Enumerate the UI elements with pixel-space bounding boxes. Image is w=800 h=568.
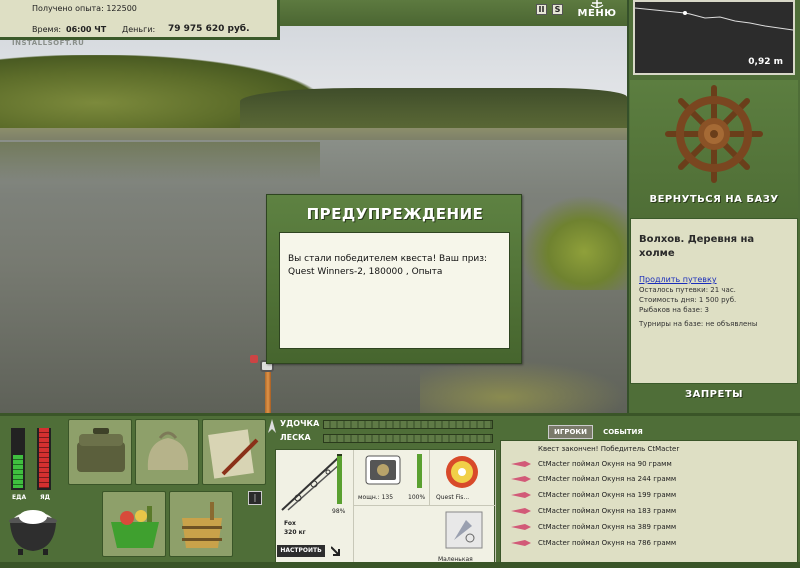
tab-players[interactable]: ИГРОКИ	[548, 425, 593, 439]
basket-icon	[111, 506, 159, 548]
lure-icon	[511, 492, 531, 498]
catch-text: CtMacter поймал Окуня на 389 грамм	[538, 523, 677, 531]
chat-tabs: ИГРОКИ СОБЫТИЯ	[548, 419, 648, 439]
catch-text: CtMacter поймал Окуня на 786 грамм	[538, 539, 677, 547]
lure-icon	[511, 540, 531, 546]
notebook-slot[interactable]	[202, 419, 266, 485]
arrow-down-right-icon[interactable]	[331, 545, 343, 557]
line-cell[interactable]: Quest Fis...	[430, 450, 496, 506]
tackle-box-icon	[77, 428, 125, 472]
setup-button[interactable]: НАСТРОИТЬ	[277, 545, 325, 557]
catch-text: CtMacter поймал Окуня на 183 грамм	[538, 507, 677, 515]
reel-power: мощн.: 135	[358, 494, 394, 501]
basket-slot[interactable]	[102, 491, 166, 557]
notebook-icon	[208, 429, 259, 479]
lure-icon	[511, 508, 531, 514]
money-value: 79 975 620 руб.	[168, 24, 250, 34]
arrow-up-icon	[268, 419, 276, 433]
food-gauge	[11, 428, 25, 490]
chat-log: Квест закончен! Победитель CtMacter CtMa…	[500, 440, 798, 565]
sound-button[interactable]: S	[552, 4, 563, 15]
line-tension-bar	[323, 434, 493, 443]
game-screen: INSTALLSOFT.RU II S МЕНЮ Получено опыта:…	[0, 0, 800, 568]
permit-remaining: Осталось путевки: 21 час.	[639, 286, 736, 294]
rod-pct: 98%	[332, 508, 346, 515]
dialog-line-1: Вы стали победителем квеста! Ваш приз:	[288, 254, 488, 264]
lure-icon	[511, 476, 531, 482]
bucket-slot[interactable]	[169, 491, 233, 557]
rod-icon	[281, 457, 341, 511]
poison-gauge	[37, 428, 51, 490]
fishers-on-base: Рыбаков на базе: 3	[639, 306, 709, 314]
rod-durability-bar	[337, 454, 342, 504]
rod-status-bars: УДОЧКА ЛЕСКА	[268, 415, 498, 449]
warning-dialog[interactable]: ПРЕДУПРЕЖДЕНИЕ Вы стали победителем квес…	[266, 194, 522, 364]
shore-grass	[420, 360, 627, 413]
depth-profile: 0,92 m	[633, 0, 795, 75]
treeline	[240, 88, 627, 133]
catch-text: CtMacter поймал Окуня на 199 грамм	[538, 491, 677, 499]
poison-fill	[39, 428, 49, 488]
depth-value: 0,92 m	[748, 57, 783, 67]
reel-cell[interactable]: мощн.: 135 100%	[354, 450, 430, 506]
reel-pct: 100%	[408, 494, 426, 501]
rod-label: УДОЧКА	[280, 419, 320, 428]
reeds	[520, 195, 627, 290]
line-name: Quest Fis...	[436, 494, 470, 501]
location-name: Волхов. Деревня на холме	[639, 234, 755, 259]
experience-text: Получено опыта: 122500	[32, 4, 137, 13]
tournaments-info: Турниры на базе: не объявлены	[639, 320, 758, 328]
tab-events[interactable]: СОБЫТИЯ	[598, 426, 648, 438]
reel-durability-bar	[417, 454, 422, 488]
time-label: Время:	[32, 25, 62, 34]
top-strip	[280, 0, 627, 26]
location-info: Волхов. Деревня на холме Продлить путевк…	[630, 218, 798, 384]
return-to-base-button[interactable]: ВЕРНУТЬСЯ НА БАЗУ	[630, 194, 798, 214]
time-value: 06:00 ЧТ	[66, 25, 107, 34]
pause-button[interactable]: II	[536, 4, 547, 15]
extend-permit-link[interactable]: Продлить путевку	[639, 275, 789, 284]
poison-label: ЯД	[40, 494, 50, 501]
anchor-icon	[590, 0, 604, 8]
tackle-box-slot[interactable]	[68, 419, 132, 485]
rod-weight: 320 кг	[284, 529, 306, 536]
exp-label: Получено опыта:	[32, 4, 104, 13]
day-cost: Стоимость дня: 1 500 руб.	[639, 296, 737, 304]
bucket-icon	[182, 502, 222, 548]
dialog-line-2: Quest Winners-2, 180000 , Опыта	[288, 267, 443, 277]
quest-finished-message: Квест закончен! Победитель CtMacter	[538, 445, 680, 453]
exp-value: 122500	[106, 4, 137, 13]
bait-bag-slot[interactable]	[135, 419, 199, 485]
line-label: ЛЕСКА	[280, 433, 311, 442]
lure-icon	[511, 524, 531, 530]
lure-icon	[511, 461, 531, 467]
reel-icon	[365, 455, 401, 485]
menu-button[interactable]: МЕНЮ	[576, 0, 618, 24]
money-label: Деньги:	[122, 25, 156, 34]
rod-name: Fox	[284, 520, 296, 527]
bans-button[interactable]: ЗАПРЕТЫ	[630, 389, 798, 409]
bag-icon	[147, 431, 189, 470]
ship-wheel-icon[interactable]	[630, 80, 798, 192]
food-fill	[13, 455, 23, 488]
catch-text: CtMacter поймал Окуня на 90 грамм	[538, 460, 672, 468]
rod-tip	[250, 355, 258, 363]
player-stats: Получено опыта: 122500 Время: 06:00 ЧТ Д…	[0, 0, 280, 40]
bottom-strip	[0, 562, 800, 568]
water-reflection	[0, 142, 320, 182]
rod-tension-bar	[323, 420, 493, 429]
catch-text: CtMacter поймал Окуня на 244 грамм	[538, 475, 677, 483]
line-spool-icon	[446, 456, 478, 488]
inventory-toggle-button[interactable]: |	[248, 491, 262, 505]
cauldron-icon[interactable]	[6, 505, 60, 557]
dialog-title: ПРЕДУПРЕЖДЕНИЕ	[306, 205, 484, 223]
menu-label: МЕНЮ	[577, 8, 617, 19]
food-label: ЕДА	[12, 494, 27, 501]
rod-stand	[265, 368, 271, 413]
lure-cell[interactable]: Маленькая	[430, 506, 496, 566]
watermark: INSTALLSOFT.RU	[12, 39, 85, 47]
dialog-message: Вы стали победителем квеста! Ваш приз: Q…	[279, 232, 510, 349]
lure-icon	[445, 511, 483, 549]
